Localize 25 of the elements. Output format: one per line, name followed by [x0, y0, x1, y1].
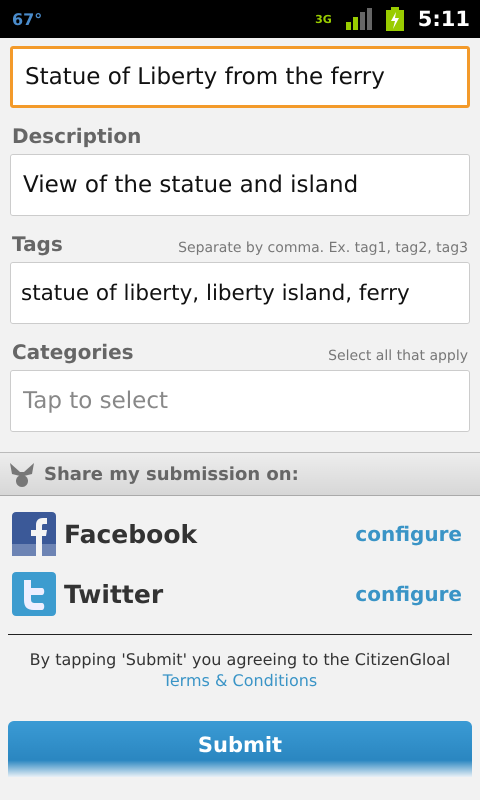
field-label: Categories	[12, 340, 134, 364]
clock: 5:11	[418, 7, 470, 31]
terms-link[interactable]: Terms & Conditions	[162, 671, 318, 690]
temperature-reading: 67°	[12, 10, 42, 28]
share-icon	[8, 460, 36, 488]
submit-button[interactable]: Submit	[8, 721, 472, 777]
twitter-logo-icon	[12, 572, 56, 616]
network-type: 3G	[315, 12, 332, 26]
service-name: Twitter	[64, 580, 164, 608]
configure-link[interactable]: configure	[355, 522, 462, 546]
hint-text: Select all that apply	[328, 348, 468, 364]
field-label: Tags	[12, 232, 63, 256]
hint-text: Separate by comma. Ex. tag1, tag2, tag3	[178, 240, 468, 256]
facebook-logo-icon	[12, 512, 56, 556]
section-title: Share my submission on:	[44, 464, 299, 484]
signal-icon	[346, 8, 372, 30]
description-field[interactable]: View of the statue and island	[10, 154, 470, 216]
tags-field[interactable]: statue of liberty, liberty island, ferry	[10, 262, 470, 324]
field-label: Description	[12, 124, 142, 148]
service-name: Facebook	[64, 520, 198, 548]
categories-field[interactable]: Tap to select	[10, 370, 470, 432]
title-field[interactable]: Statue of Liberty from the ferry	[10, 46, 470, 108]
agreement-text: By tapping 'Submit' you agreeing to the CitizenGloal Terms & Conditions	[28, 649, 452, 691]
configure-link[interactable]: configure	[355, 582, 462, 606]
battery-icon	[386, 7, 404, 31]
